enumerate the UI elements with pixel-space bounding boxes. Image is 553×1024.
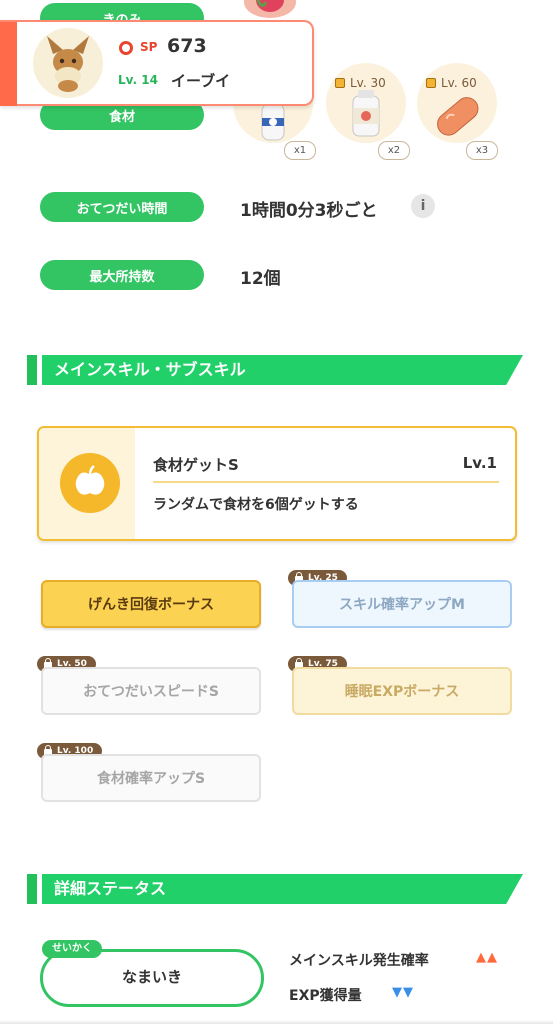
max-carry-value: 12個 bbox=[240, 269, 281, 289]
details-section-header: 詳細ステータス bbox=[27, 874, 523, 904]
ingredient-count-2: x2 bbox=[378, 141, 410, 160]
nature-effect-label-2: EXP獲得量 bbox=[289, 988, 362, 1004]
pokemon-avatar bbox=[33, 28, 103, 98]
ingredient-count-1: x1 bbox=[284, 141, 316, 160]
max-carry-label: 最大所持数 bbox=[40, 260, 204, 290]
sp-icon bbox=[119, 41, 133, 55]
ingredient-unlock-level: Lv. 60 bbox=[441, 76, 477, 90]
bottom-edge bbox=[0, 1020, 553, 1024]
sausage-icon bbox=[430, 92, 484, 146]
nature-tag: せいかく bbox=[42, 940, 102, 958]
lock-icon bbox=[426, 78, 436, 88]
eevee-icon bbox=[47, 36, 89, 92]
main-skill-level: Lv.1 bbox=[462, 454, 497, 472]
skills-section-header: メインスキル・サブスキル bbox=[27, 355, 523, 385]
milk-bottle-icon bbox=[350, 88, 382, 142]
help-time-label: おてつだい時間 bbox=[40, 192, 204, 222]
skills-section-title: メインスキル・サブスキル bbox=[54, 360, 246, 379]
berry-icon bbox=[240, 0, 300, 18]
lock-icon bbox=[335, 78, 345, 88]
skill-icon-circle bbox=[60, 453, 120, 513]
info-icon[interactable]: i bbox=[411, 194, 435, 218]
ingredient-count-3: x3 bbox=[466, 141, 498, 160]
down-arrows-icon: ▼▼ bbox=[392, 985, 414, 1000]
main-skill-card[interactable]: 食材ゲットS Lv.1 ランダムで食材を6個ゲットする bbox=[37, 426, 517, 541]
pokemon-name: イーブイ bbox=[171, 72, 231, 90]
help-time-value: 1時間0分3秒ごと bbox=[240, 201, 378, 221]
sub-skill-button-5[interactable]: 食材確率アップS bbox=[41, 754, 261, 802]
up-arrows-icon: ▲▲ bbox=[476, 950, 498, 965]
sp-value: 673 bbox=[167, 35, 207, 57]
main-skill-description: ランダムで食材を6個ゲットする bbox=[153, 497, 359, 513]
skill-divider bbox=[153, 481, 499, 483]
main-skill-name: 食材ゲットS bbox=[153, 456, 239, 474]
nature-effect-label-1: メインスキル発生確率 bbox=[289, 953, 429, 969]
sub-skill-button-3[interactable]: おてつだいスピードS bbox=[41, 667, 261, 715]
pokemon-level: Lv. 14 bbox=[118, 73, 158, 87]
milk-bottle-icon bbox=[258, 100, 288, 148]
sub-skill-button-4[interactable]: 睡眠EXPボーナス bbox=[292, 667, 512, 715]
nature-value: なまいき bbox=[121, 968, 182, 986]
details-section-title: 詳細ステータス bbox=[54, 879, 167, 898]
sub-skill-button-1[interactable]: げんき回復ボーナス bbox=[41, 580, 261, 628]
ingredient-unlock-3: Lv. 60 bbox=[426, 76, 477, 90]
pokemon-header-card[interactable]: SP 673 Lv. 14 イーブイ bbox=[0, 20, 314, 106]
sub-skill-button-2[interactable]: スキル確率アップM bbox=[292, 580, 512, 628]
sp-label: SP bbox=[140, 40, 158, 54]
apple-icon bbox=[75, 465, 105, 495]
card-accent-stripe bbox=[0, 22, 17, 106]
